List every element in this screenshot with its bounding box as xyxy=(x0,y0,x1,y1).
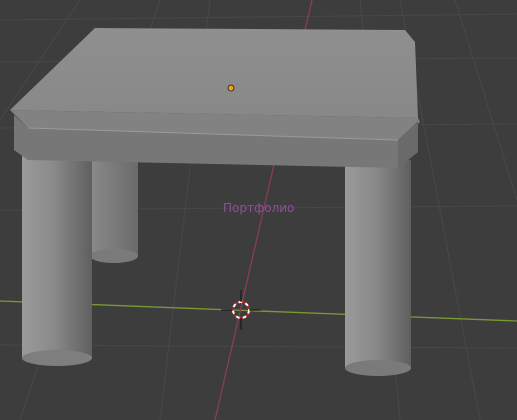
origin-point-icon[interactable] xyxy=(227,84,235,92)
tabletop[interactable] xyxy=(10,28,420,168)
table-leg-back-left[interactable] xyxy=(90,150,138,263)
table-leg-front-left[interactable] xyxy=(22,150,92,366)
table-leg-front-right[interactable] xyxy=(345,160,411,376)
object-name-label: Портфолио xyxy=(223,201,295,215)
3d-viewport[interactable]: Портфолио xyxy=(0,0,517,420)
